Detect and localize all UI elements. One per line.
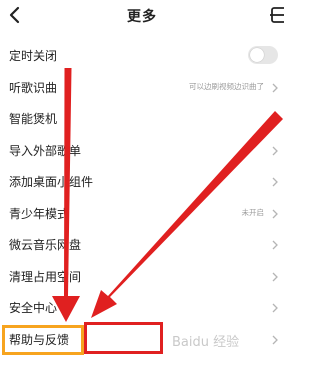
chevron-right-icon	[272, 209, 278, 218]
row-cloud-drive[interactable]: 微云音乐网盘	[0, 229, 284, 261]
row-label: 定时关闭	[9, 49, 58, 63]
highlight-box-help	[2, 325, 84, 355]
row-label: 听歌识曲	[9, 80, 58, 95]
toggle-knob	[250, 48, 264, 62]
chevron-right-icon	[272, 83, 278, 92]
highlight-box-red	[84, 322, 163, 354]
chevron-right-icon	[272, 272, 278, 281]
row-label: 青少年模式	[9, 206, 70, 221]
row-sleep-timer: 定时关闭	[0, 40, 284, 72]
chevron-right-icon	[272, 114, 278, 124]
row-label: 安全中心	[9, 301, 58, 315]
chevron-right-icon	[272, 177, 278, 187]
row-label: 导入外部歌单	[9, 143, 82, 158]
row-import-playlist[interactable]: 导入外部歌单	[0, 135, 284, 167]
top-bar: 更多	[0, 0, 284, 32]
page-title: 更多	[127, 9, 157, 25]
row-label: 微云音乐网盘	[9, 238, 82, 252]
chevron-right-icon	[272, 240, 278, 250]
row-teen-mode[interactable]: 青少年模式 未开启	[0, 198, 284, 230]
row-clear-storage[interactable]: 清理占用空间	[0, 261, 284, 293]
row-song-recognition[interactable]: 听歌识曲 可以边刷视频边识曲了	[0, 72, 284, 104]
row-label: 清理占用空间	[9, 269, 82, 284]
row-hint: 未开启	[241, 207, 265, 217]
row-security-center[interactable]: 安全中心	[0, 292, 284, 324]
sleep-timer-toggle[interactable]	[248, 46, 278, 64]
row-smart-burn-in[interactable]: 智能煲机	[0, 103, 284, 135]
row-label: 添加桌面小组件	[9, 175, 94, 189]
settings-list: 定时关闭 听歌识曲 可以边刷视频边识曲了 智能煲机 导入外部歌单 添加桌面小组件…	[0, 40, 284, 355]
row-desktop-widget[interactable]: 添加桌面小组件	[0, 166, 284, 198]
mini-player-icon[interactable]	[268, 4, 284, 26]
row-label: 智能煲机	[9, 112, 58, 126]
chevron-right-icon	[272, 303, 278, 313]
row-hint: 可以边刷视频边识曲了	[189, 81, 264, 91]
chevron-right-icon	[272, 335, 278, 344]
chevron-right-icon	[272, 146, 278, 155]
